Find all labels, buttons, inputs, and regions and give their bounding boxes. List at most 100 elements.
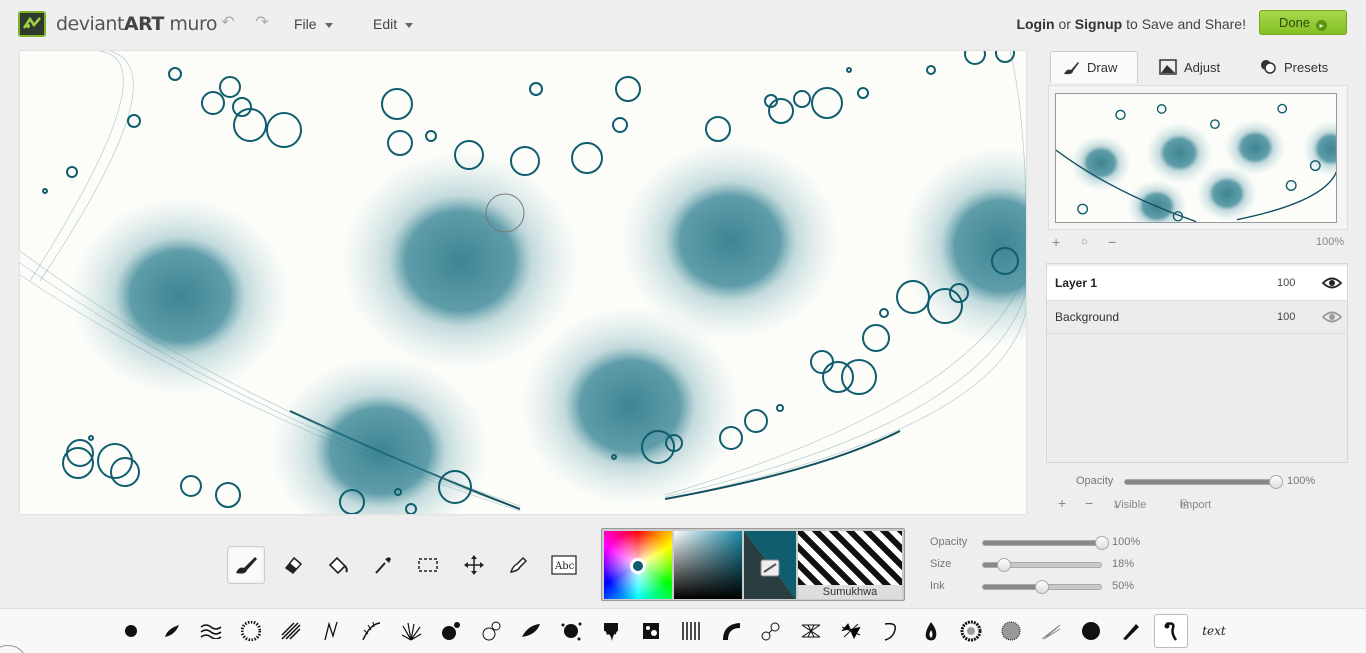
drawing-canvas[interactable] [20,51,1026,514]
texture-swatch[interactable] [798,531,902,585]
muro-app: deviantART muro ↶ ↷ File Edit Login or S… [0,0,1366,653]
brush-preview-ring [0,645,28,653]
brush-hair-icon[interactable] [197,617,225,645]
tab-presets[interactable]: Presets [1248,51,1348,83]
signup-link[interactable]: Signup [1075,16,1122,32]
navigator-thumbnail[interactable] [1055,93,1337,223]
slider-fill [983,541,1101,545]
file-menu[interactable]: File [294,16,333,32]
brush-stamp-icon[interactable] [637,617,665,645]
eyedropper-tool[interactable] [364,546,402,584]
layer-name: Background [1055,310,1120,324]
smudge-icon [509,556,528,573]
login-prompt: Login or Signup to Save and Share! [1016,16,1246,32]
brush-web-icon[interactable] [837,617,865,645]
remove-layer-icon[interactable]: − [1085,495,1093,511]
text-tool[interactable]: Abc [545,546,583,584]
top-bar: deviantART muro ↶ ↷ File Edit Login or S… [0,0,1366,48]
shade-square[interactable] [674,531,742,599]
hue-picker-knob[interactable] [630,558,646,574]
brush-opacity-slider[interactable] [982,536,1109,550]
layer-name: Layer 1 [1055,276,1098,290]
paint-bucket-icon [328,556,348,575]
brush-drip-icon[interactable] [597,617,625,645]
layer-opacity-value: 100 [1277,311,1296,323]
chevron-down-icon [405,22,414,28]
eraser-icon [284,556,303,575]
deviantart-logo-icon[interactable] [18,11,46,37]
brush-spray-icon[interactable] [557,617,585,645]
arrow-right-icon: ▸ [1316,20,1328,31]
zoom-out-icon[interactable]: − [1108,234,1116,250]
brush-lines-icon[interactable] [677,617,705,645]
slider-fill [1125,480,1275,484]
presets-icon [1258,58,1278,76]
brush-noise-icon[interactable] [997,617,1025,645]
brush-size-slider[interactable] [982,558,1102,572]
brush-mesh-icon[interactable] [797,617,825,645]
hue-wheel[interactable] [604,531,672,599]
move-arrows-icon [464,555,484,575]
slider-knob[interactable] [1269,475,1283,489]
zoom-reset-icon[interactable]: ○ [1081,236,1088,248]
tab-adjust[interactable]: Adjust [1148,51,1238,83]
brush-text-icon[interactable]: text [1199,617,1229,645]
brush-ink-slider[interactable] [982,580,1102,594]
layers-panel: Layer 1 100 Background 100 [1046,263,1348,463]
brush-icon [1061,59,1081,77]
brush-tool[interactable] [227,546,265,584]
brush-feather-icon[interactable] [357,617,385,645]
brush-fan-icon[interactable] [717,617,745,645]
brush-opacity-row: Opacity 100% [930,536,1141,550]
undo-icon[interactable]: ↶ [219,14,237,32]
login-link[interactable]: Login [1016,16,1054,32]
slider-knob[interactable] [996,558,1011,572]
slider-fill [983,585,1042,589]
current-color-swatch[interactable] [744,531,796,599]
brush-dots-icon[interactable] [237,617,265,645]
brush-charcoal-icon[interactable] [517,617,545,645]
brush-curl-icon[interactable] [877,617,905,645]
layer-row-layer-1[interactable]: Layer 1 100 [1047,266,1347,300]
layer-opacity-row: Opacity 100% [1076,475,1348,491]
eye-icon[interactable] [1317,310,1347,324]
brush-squiggle-icon[interactable] [317,617,345,645]
brush-streak-icon[interactable] [1037,617,1065,645]
done-button[interactable]: Done ▸ [1259,10,1347,35]
tab-draw[interactable]: Draw [1050,51,1138,83]
brush-round-icon[interactable] [117,617,145,645]
eraser-tool[interactable] [274,546,312,584]
slider-knob[interactable] [1035,580,1049,594]
brush-settings: Opacity 100% Size 18% Ink 50% [930,536,1170,596]
fill-tool[interactable] [319,546,357,584]
layer-opacity-slider[interactable] [1124,475,1283,489]
brush-bubbles-icon[interactable] [477,617,505,645]
eye-icon[interactable] [1317,276,1347,290]
brush-rough-icon[interactable] [1077,617,1105,645]
svg-text:Abc: Abc [554,561,575,572]
zoom-in-icon[interactable]: + [1052,234,1060,250]
brush-hatch-icon[interactable] [277,617,305,645]
brush-ink-drop-icon[interactable] [158,617,186,645]
color-picker: Sumukhwa [601,528,905,601]
smudge-tool[interactable] [499,546,537,584]
brush-flame-icon[interactable] [917,617,945,645]
edit-menu[interactable]: Edit [373,16,414,32]
brush-splat-icon[interactable] [437,617,465,645]
add-layer-icon[interactable]: + [1058,495,1066,511]
brush-selected-icon[interactable] [1154,614,1188,648]
redo-icon[interactable]: ↷ [253,14,271,32]
select-tool[interactable] [409,546,447,584]
brush-chain-icon[interactable] [757,617,785,645]
brush-grass-icon[interactable] [397,617,425,645]
move-tool[interactable] [455,546,493,584]
brush-sponge-icon[interactable] [957,617,985,645]
marquee-icon [418,558,438,572]
layer-opacity-value: 100% [1287,475,1316,487]
layer-opacity-label: Opacity [1076,475,1114,487]
slider-knob[interactable] [1095,536,1109,550]
layer-row-background[interactable]: Background 100 [1047,300,1347,334]
brush-marker-icon[interactable] [1117,617,1145,645]
zoom-controls: + ○ − 100% [1050,234,1348,252]
panel-tabs: Draw Adjust Presets [1048,51,1348,83]
